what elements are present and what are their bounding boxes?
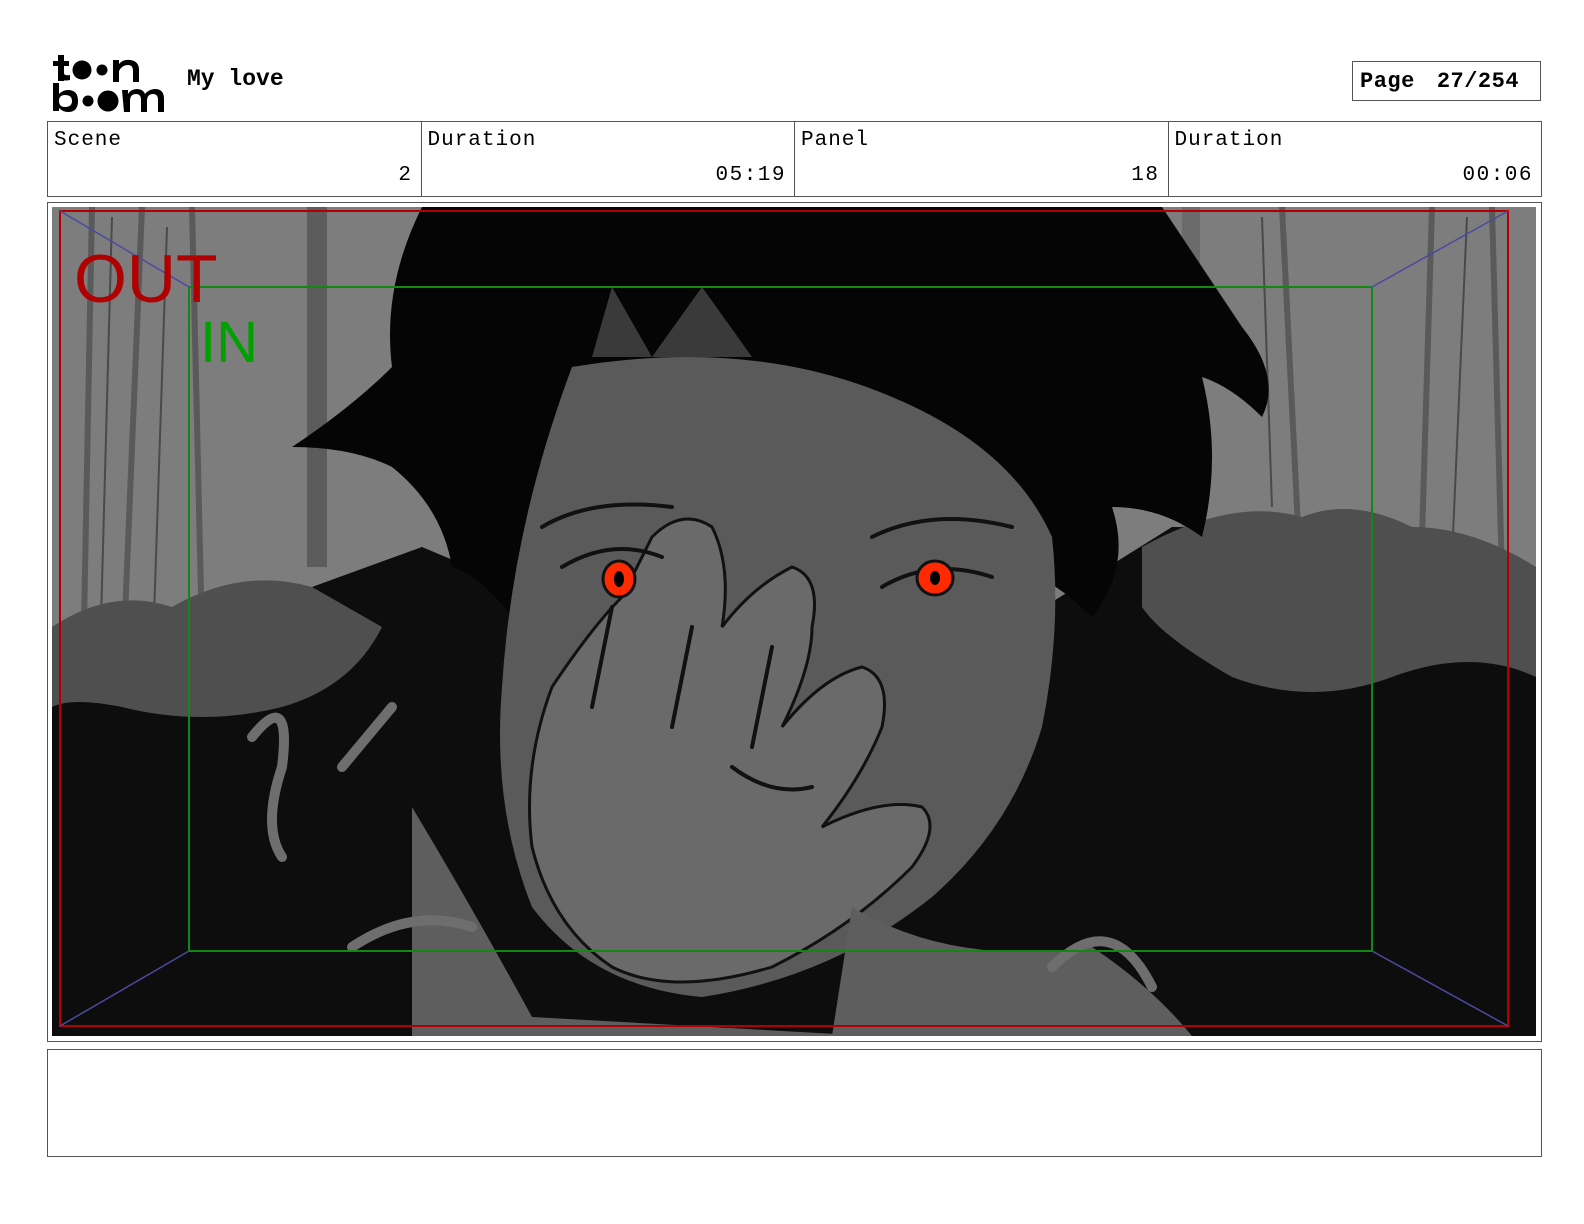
project-title: My love	[187, 66, 284, 92]
toonboom-logo	[53, 55, 164, 112]
panel-info-row: Scene 2 Duration 05:19 Panel 18 Duration…	[47, 121, 1542, 197]
page-label: Page	[1360, 68, 1415, 94]
panel-duration-value: 00:06	[1462, 164, 1533, 187]
scene-duration-label: Duration	[427, 129, 537, 152]
panel-duration-cell: Duration 00:06	[1169, 122, 1542, 196]
page-number: 27/254	[1436, 68, 1520, 94]
scene-cell: Scene 2	[48, 122, 422, 196]
panel-duration-label: Duration	[1174, 129, 1284, 152]
panel-cell: Panel 18	[795, 122, 1169, 196]
scene-label: Scene	[54, 129, 123, 152]
out-frame-label: OUT	[74, 241, 218, 317]
scene-duration-value: 05:19	[715, 164, 786, 187]
page-indicator: Page 27/254	[1352, 61, 1541, 101]
panel-label: Panel	[801, 129, 870, 152]
scene-value: 2	[398, 164, 413, 187]
in-frame-label: IN	[200, 310, 258, 375]
panel-frame: OUT IN	[47, 202, 1542, 1042]
storyboard-drawing: OUT IN	[52, 207, 1536, 1036]
panel-caption-box	[47, 1049, 1542, 1157]
panel-value: 18	[1131, 164, 1160, 187]
scene-duration-cell: Duration 05:19	[422, 122, 795, 196]
